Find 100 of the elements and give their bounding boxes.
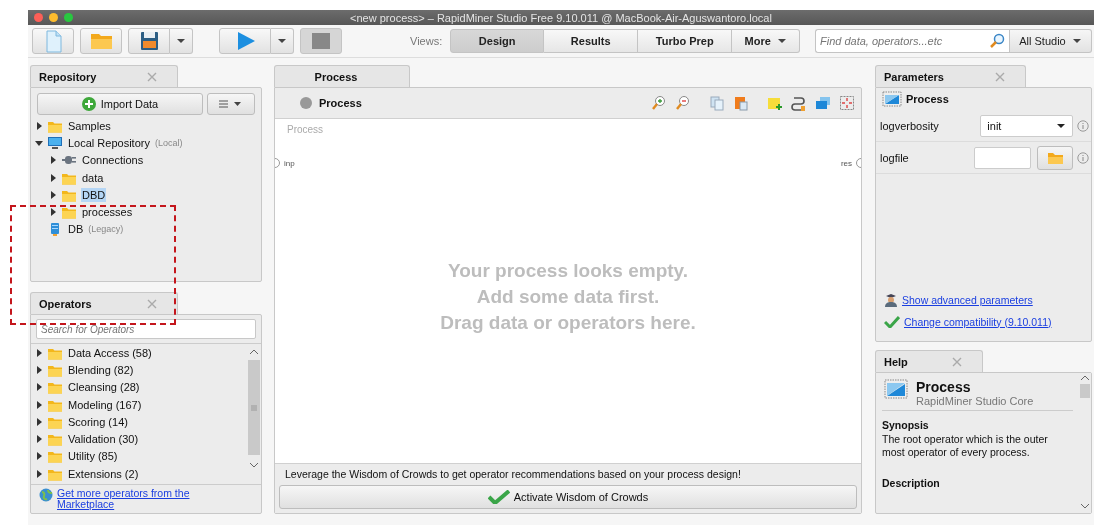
minimize-button[interactable] (49, 13, 58, 22)
close-icon[interactable] (147, 298, 157, 309)
panel-tab[interactable]: Parameters (875, 65, 1026, 87)
collapsed-arrow-icon[interactable] (49, 173, 57, 182)
tree-item-note: (Local) (154, 137, 183, 148)
collapsed-arrow-icon[interactable] (35, 383, 43, 392)
breadcrumb-link[interactable]: Process (319, 97, 362, 109)
import-data-button[interactable]: Import Data (37, 93, 203, 115)
operator-group[interactable]: Blending (82) (67, 362, 135, 377)
collapsed-arrow-icon[interactable] (49, 190, 57, 199)
clipboard-icon[interactable] (733, 95, 749, 111)
caret-icon (1071, 37, 1082, 45)
operator-icon (884, 379, 908, 399)
operator-icon (882, 91, 902, 107)
canvas-title: Process (286, 123, 325, 137)
caret-icon[interactable] (271, 28, 294, 54)
layers-icon[interactable] (815, 95, 831, 111)
file-field[interactable] (974, 146, 1031, 169)
collapsed-arrow-icon[interactable] (49, 208, 57, 217)
tree-item[interactable]: data (81, 170, 105, 185)
zoom-in-icon[interactable] (651, 95, 667, 111)
monitor-icon (47, 135, 63, 150)
port-label: res (840, 158, 852, 168)
save-icon[interactable] (128, 28, 170, 54)
new-document-icon[interactable] (32, 28, 74, 54)
views-label: Views: (410, 35, 443, 47)
process-canvas[interactable]: Process inp res Your process looks empty. Add some data first. Drag data or operators here. (275, 119, 861, 463)
collapsed-arrow-icon[interactable] (35, 452, 43, 461)
expanded-arrow-icon[interactable] (35, 138, 43, 147)
collapsed-arrow-icon[interactable] (35, 400, 43, 409)
tree-item[interactable]: Connections (81, 153, 145, 168)
panel-tab[interactable]: Help (875, 350, 983, 372)
empty-hint: Your process looks empty. (447, 258, 688, 283)
check-icon (884, 315, 900, 328)
plug-icon[interactable] (791, 95, 807, 111)
fit-icon[interactable] (839, 95, 855, 111)
folder-icon[interactable] (80, 28, 122, 54)
zoom-out-icon[interactable] (675, 95, 691, 111)
help-title: Process (916, 379, 972, 395)
search-field[interactable]: Search for Operators (36, 319, 256, 339)
operator-group[interactable]: Modeling (167) (67, 397, 143, 412)
view-tab[interactable]: Results (544, 29, 639, 53)
port-icon[interactable] (855, 158, 861, 168)
parameter-link[interactable]: Change compatibility (9.10.011) (904, 315, 1052, 328)
help-text: The root operator which is the outer most operator of every process. (882, 433, 1049, 459)
scope-dropdown[interactable]: All Studio (1010, 29, 1092, 53)
collapsed-arrow-icon[interactable] (35, 469, 43, 478)
more-menu-button[interactable]: More (732, 29, 801, 53)
info-icon[interactable] (1077, 119, 1089, 132)
info-icon[interactable] (1077, 151, 1089, 164)
tree-item[interactable]: processes (81, 205, 134, 220)
tree-item-note: (Legacy) (88, 224, 124, 235)
view-tab[interactable]: Design (450, 29, 545, 53)
port-icon[interactable] (275, 158, 281, 168)
collapsed-arrow-icon[interactable] (35, 348, 43, 357)
operator-group[interactable]: Utility (85) (67, 449, 119, 464)
marketplace-link[interactable]: Get more operators from the Marketplace (57, 488, 227, 510)
folder-icon (61, 205, 77, 220)
operator-group[interactable]: Cleansing (28) (67, 380, 141, 395)
caret-icon (1056, 121, 1066, 130)
view-tab[interactable]: Turbo Prep (638, 29, 733, 53)
check-icon (487, 490, 510, 504)
close-button[interactable] (34, 13, 43, 22)
folder-icon[interactable] (1037, 145, 1073, 170)
collapsed-arrow-icon[interactable] (49, 156, 57, 165)
empty-hint: Drag data or operators here. (440, 310, 696, 335)
close-icon[interactable] (952, 356, 962, 367)
operator-group[interactable]: Data Access (58) (67, 345, 153, 360)
tree-item[interactable]: DB (67, 222, 85, 237)
zoom-button[interactable] (64, 13, 73, 22)
caret-icon[interactable] (170, 28, 193, 54)
parameter-link[interactable]: Show advanced parameters (902, 293, 1033, 306)
tree-item[interactable]: Local Repository (67, 135, 151, 150)
caret-icon (776, 37, 787, 45)
menu-icon[interactable] (207, 93, 255, 115)
parameter-label: logfile (880, 151, 910, 164)
collapsed-arrow-icon[interactable] (35, 365, 43, 374)
collapsed-arrow-icon[interactable] (35, 121, 43, 130)
activate-button[interactable]: Activate Wisdom of Crowds (279, 485, 857, 509)
collapsed-arrow-icon[interactable] (35, 417, 43, 426)
close-icon[interactable] (147, 71, 157, 82)
user-icon (884, 292, 898, 307)
folder-icon (47, 380, 63, 395)
window-title: <new process> – RapidMiner Studio Free 9.10.011 @ MacBook-Air-Aguswantoro.local (350, 11, 772, 24)
operator-group[interactable]: Scoring (14) (67, 414, 129, 429)
play-icon[interactable] (219, 28, 271, 54)
operator-group[interactable]: Validation (30) (67, 432, 140, 447)
parameter-dropdown[interactable]: init (980, 114, 1073, 137)
stop-icon[interactable] (300, 28, 342, 54)
panel-tab[interactable]: Operators (30, 292, 178, 314)
collapsed-arrow-icon[interactable] (35, 435, 43, 444)
tree-item[interactable]: Samples (67, 118, 112, 133)
panel-tab[interactable]: Repository (30, 65, 178, 87)
scrollbar[interactable] (1079, 373, 1091, 513)
operator-group[interactable]: Extensions (2) (67, 466, 140, 481)
copy-icon[interactable] (709, 95, 725, 111)
close-icon[interactable] (995, 71, 1005, 82)
note-add-icon[interactable] (767, 95, 783, 111)
tree-item[interactable]: DBD (81, 187, 107, 202)
panel-tab[interactable]: Process (274, 65, 410, 87)
